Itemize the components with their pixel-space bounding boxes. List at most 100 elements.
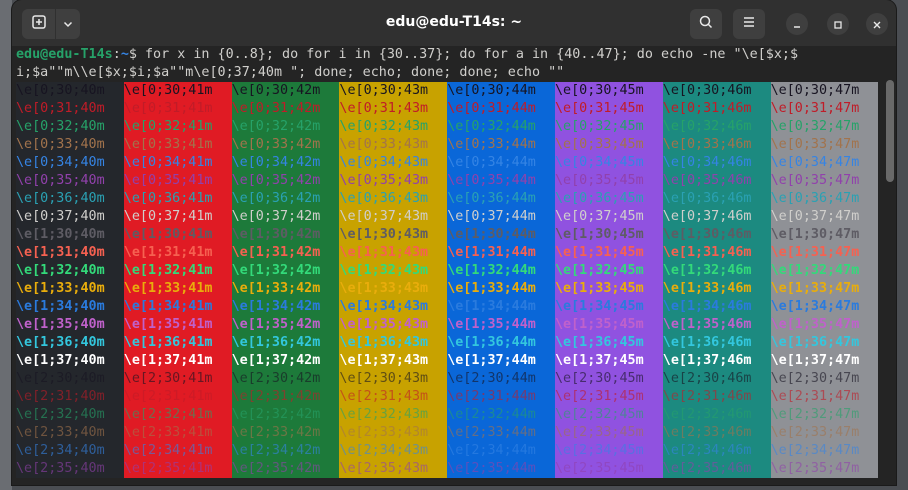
color-cell: \e[1;33;44m bbox=[447, 280, 555, 298]
color-cell: \e[1;32;42m bbox=[231, 262, 340, 280]
color-cell: \e[1;37;44m bbox=[447, 352, 555, 370]
color-cell: \e[0;30;47m bbox=[770, 82, 879, 100]
color-cell: \e[0;34;42m bbox=[231, 154, 340, 172]
new-tab-button[interactable] bbox=[22, 9, 55, 39]
color-cell: \e[1;35;40m bbox=[16, 316, 124, 334]
color-cell: \e[0;31;47m bbox=[770, 100, 879, 118]
color-cell: \e[1;35;46m bbox=[662, 316, 771, 334]
color-cell: \e[1;35;42m bbox=[231, 316, 340, 334]
color-cell: \e[2;32;45m bbox=[555, 406, 663, 424]
color-cell: \e[0;35;47m bbox=[770, 172, 879, 190]
color-cell: \e[1;32;47m bbox=[770, 262, 879, 280]
color-cell: \e[2;31;41m bbox=[123, 388, 232, 406]
color-cell: \e[2;34;41m bbox=[123, 442, 232, 460]
color-cell: \e[2;35;42m bbox=[231, 460, 340, 478]
color-cell: \e[0;33;47m bbox=[770, 136, 879, 154]
terminal-window: edu@edu-T14s: ~ edu@edu-T14s:~$ for x in… bbox=[12, 0, 896, 485]
minimize-button[interactable] bbox=[786, 13, 808, 35]
search-icon bbox=[698, 14, 714, 34]
color-cell: \e[1;30;46m bbox=[662, 226, 771, 244]
color-cell: \e[1;30;40m bbox=[16, 226, 124, 244]
color-cell: \e[0;33;41m bbox=[123, 136, 232, 154]
color-cell: \e[1;37;46m bbox=[662, 352, 771, 370]
color-cell: \e[0;36;42m bbox=[231, 190, 340, 208]
color-cell: \e[0;31;40m bbox=[16, 100, 124, 118]
color-cell: \e[1;33;46m bbox=[662, 280, 771, 298]
main-menu-button[interactable] bbox=[733, 9, 765, 39]
color-cell: \e[0;33;45m bbox=[555, 136, 663, 154]
color-cell: \e[2;34;43m bbox=[339, 442, 448, 460]
color-cell: \e[1;34;46m bbox=[662, 298, 771, 316]
color-cell: \e[2;31;43m bbox=[339, 388, 448, 406]
command-text-1: for x in {0..8}; do for i in {30..37}; d… bbox=[136, 47, 799, 62]
desktop-background bbox=[0, 0, 12, 490]
color-cell: \e[2;34;40m bbox=[16, 442, 124, 460]
color-cell: \e[0;30;42m bbox=[231, 82, 340, 100]
color-cell: \e[0;31;41m bbox=[123, 100, 232, 118]
color-cell: \e[1;34;40m bbox=[16, 298, 124, 316]
color-cell: \e[1;31;42m bbox=[231, 244, 340, 262]
color-cell: \e[2;34;42m bbox=[231, 442, 340, 460]
color-cell: \e[2;34;44m bbox=[447, 442, 555, 460]
color-cell: \e[1;32;44m bbox=[447, 262, 555, 280]
color-cell: \e[0;37;47m bbox=[770, 208, 879, 226]
terminal-output[interactable]: edu@edu-T14s:~$ for x in {0..8}; do for … bbox=[16, 46, 879, 485]
color-cell: \e[1;34;45m bbox=[555, 298, 663, 316]
tab-menu-button[interactable] bbox=[56, 9, 80, 39]
color-cell: \e[1;36;43m bbox=[339, 334, 448, 352]
color-cell: \e[0;31;46m bbox=[662, 100, 771, 118]
color-cell: \e[0;35;43m bbox=[339, 172, 448, 190]
maximize-button[interactable] bbox=[827, 13, 849, 35]
color-cell: \e[2;33;46m bbox=[662, 424, 771, 442]
search-button[interactable] bbox=[690, 9, 722, 39]
color-cell: \e[2;33;41m bbox=[123, 424, 232, 442]
color-cell: \e[0;32;44m bbox=[447, 118, 555, 136]
color-cell: \e[2;33;43m bbox=[339, 424, 448, 442]
color-cell: \e[2;34;45m bbox=[555, 442, 663, 460]
color-cell: \e[1;35;44m bbox=[447, 316, 555, 334]
color-cell: \e[1;31;44m bbox=[447, 244, 555, 262]
color-cell: \e[2;35;45m bbox=[555, 460, 663, 478]
color-cell: \e[1;37;42m bbox=[231, 352, 340, 370]
scrollbar-thumb[interactable] bbox=[886, 80, 894, 182]
color-cell: \e[2;35;41m bbox=[123, 460, 232, 478]
prompt-path: ~ bbox=[120, 47, 129, 62]
color-cell: \e[0;36;44m bbox=[447, 190, 555, 208]
command-text-2: i;$a""m\\e[$x;$i;$a""m\e[0;37;40m "; don… bbox=[16, 65, 565, 80]
color-cell: \e[1;30;47m bbox=[770, 226, 879, 244]
color-cell: \e[0;37;43m bbox=[339, 208, 448, 226]
color-cell: \e[1;31;41m bbox=[123, 244, 232, 262]
color-cell: \e[2;32;41m bbox=[123, 406, 232, 424]
color-cell: \e[0;31;43m bbox=[339, 100, 448, 118]
color-cell: \e[2;30;41m bbox=[123, 370, 232, 388]
color-cell: \e[0;33;43m bbox=[339, 136, 448, 154]
color-cell: \e[0;34;45m bbox=[555, 154, 663, 172]
color-cell: \e[1;34;43m bbox=[339, 298, 448, 316]
color-cell: \e[1;30;42m bbox=[231, 226, 340, 244]
color-cell: \e[1;31;47m bbox=[770, 244, 879, 262]
chevron-down-icon bbox=[62, 15, 74, 34]
color-cell: \e[1;31;45m bbox=[555, 244, 663, 262]
color-cell: \e[0;37;42m bbox=[231, 208, 340, 226]
color-cell: \e[0;35;45m bbox=[555, 172, 663, 190]
color-cell: \e[1;37;43m bbox=[339, 352, 448, 370]
color-cell: \e[1;31;46m bbox=[662, 244, 771, 262]
color-cell: \e[1;30;41m bbox=[123, 226, 232, 244]
color-cell: \e[2;31;44m bbox=[447, 388, 555, 406]
color-cell: \e[0;32;42m bbox=[231, 118, 340, 136]
color-cell: \e[1;32;45m bbox=[555, 262, 663, 280]
command-line-2: i;$a""m\\e[$x;$i;$a""m\e[0;37;40m "; don… bbox=[16, 64, 564, 82]
color-cell: \e[0;34;40m bbox=[16, 154, 124, 172]
color-cell: \e[0;33;46m bbox=[662, 136, 771, 154]
close-button[interactable] bbox=[866, 13, 888, 35]
color-cell: \e[0;36;40m bbox=[16, 190, 124, 208]
color-cell: \e[1;32;46m bbox=[662, 262, 771, 280]
color-cell: \e[1;37;41m bbox=[123, 352, 232, 370]
color-cell: \e[2;35;47m bbox=[770, 460, 879, 478]
color-cell: \e[2;33;47m bbox=[770, 424, 879, 442]
color-cell: \e[2;32;47m bbox=[770, 406, 879, 424]
color-cell: \e[1;37;45m bbox=[555, 352, 663, 370]
color-cell: \e[2;33;40m bbox=[16, 424, 124, 442]
color-cell: \e[2;35;40m bbox=[16, 460, 124, 478]
color-cell: \e[1;36;42m bbox=[231, 334, 340, 352]
